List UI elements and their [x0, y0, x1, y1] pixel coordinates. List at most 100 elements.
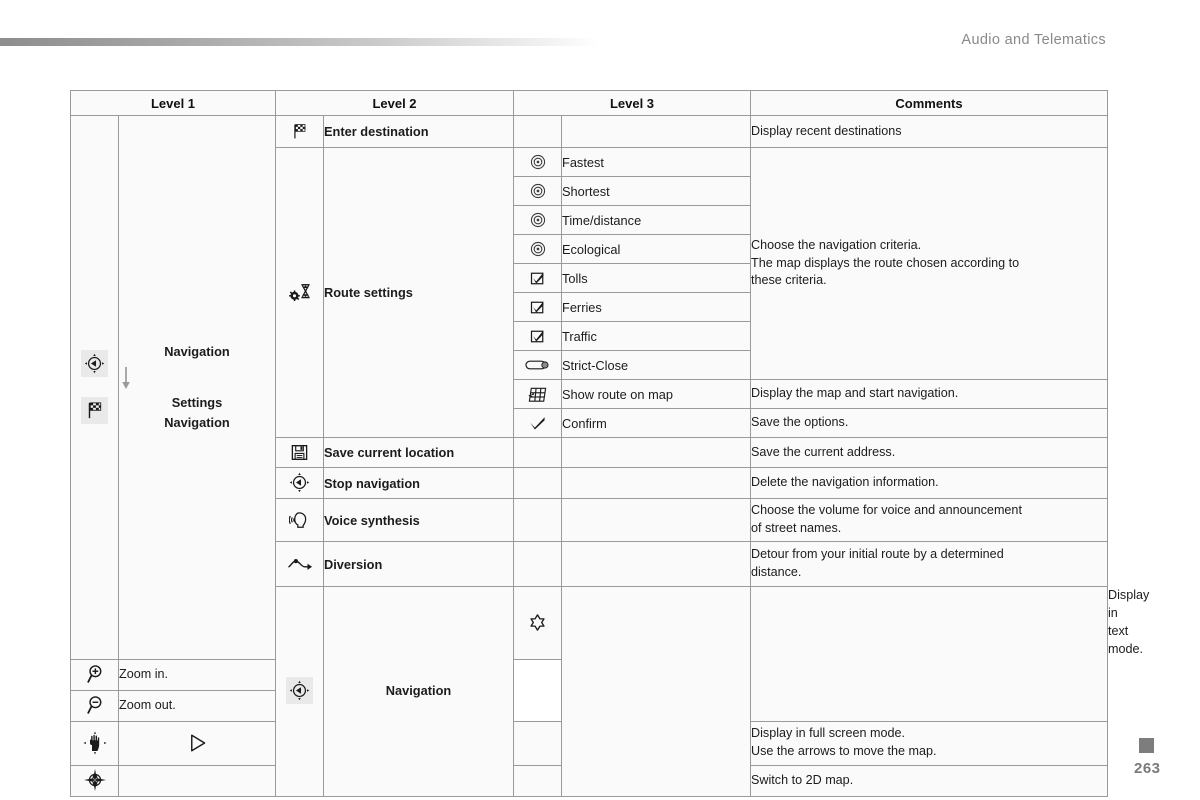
level3-label-ecological[interactable]: Ecological: [561, 234, 751, 264]
level3-icon-full-screen-play[interactable]: [118, 720, 276, 766]
level3-icon-empty: [513, 467, 562, 499]
compass-rose-icon[interactable]: [80, 766, 110, 794]
level2-icon-enter-destination[interactable]: [275, 115, 324, 148]
zoom-in-icon[interactable]: [80, 661, 110, 689]
checkbox-checked-icon[interactable]: [523, 264, 553, 292]
level2-icon-stop-navigation[interactable]: [275, 467, 324, 499]
level3-icon-fastest[interactable]: [513, 147, 562, 177]
page-header-title: Audio and Telematics: [961, 32, 1106, 48]
level1-label-top: Navigation: [164, 344, 230, 359]
level2-icon-voice-synthesis[interactable]: [275, 498, 324, 542]
comment-zoom-in: Zoom in.: [118, 658, 276, 691]
level1-label-cell-navigation: Navigation: [323, 586, 514, 797]
table-header: Level 1 Level 2 Level 3 Comments: [70, 90, 1108, 116]
radio-target-icon[interactable]: [523, 148, 553, 176]
column-header-level3: Level 3: [513, 90, 751, 116]
level3-icon-ecological[interactable]: [513, 234, 562, 264]
level2-icon-diversion[interactable]: [275, 541, 324, 587]
comment-line: of street names.: [751, 521, 842, 535]
comment-stop-navigation: Delete the navigation information.: [750, 467, 1108, 499]
table-row: Navigation Settings Navigation Enter des…: [70, 115, 1108, 660]
level3-icon-empty: [513, 498, 562, 542]
level2-icon-2d-map[interactable]: [70, 764, 119, 797]
level2-icon-route-settings[interactable]: [275, 147, 324, 438]
level3-icon-confirm[interactable]: [513, 408, 562, 438]
text-mode-icon[interactable]: [523, 609, 553, 637]
level3-label-empty: [513, 720, 562, 766]
level2-icon-save-current-location[interactable]: [275, 437, 324, 468]
level1-icon-stack: [71, 350, 118, 425]
level3-label-time-distance[interactable]: Time/distance: [561, 205, 751, 235]
level3-label-fastest[interactable]: Fastest: [561, 147, 751, 177]
comment-show-route-on-map: Display the map and start navigation.: [750, 379, 1108, 409]
checkmark-icon[interactable]: [523, 409, 553, 437]
level2-label-empty: [561, 586, 751, 797]
level3-label-empty: [513, 764, 562, 797]
comment-save-current-location: Save the current address.: [750, 437, 1108, 468]
level3-label-empty: [561, 115, 751, 148]
table-body: Navigation Settings Navigation Enter des…: [70, 115, 1149, 797]
toggle-switch-icon[interactable]: [523, 351, 553, 379]
level2-label-route-settings[interactable]: Route settings: [323, 147, 514, 438]
arrow-down-icon: [119, 365, 275, 391]
level3-label-show-route-on-map[interactable]: Show route on map: [561, 379, 751, 409]
level2-label-stop-navigation[interactable]: Stop navigation: [323, 467, 514, 499]
level2-label-diversion[interactable]: Diversion: [323, 541, 514, 587]
level3-label-traffic[interactable]: Traffic: [561, 321, 751, 351]
level3-icon-time-distance[interactable]: [513, 205, 562, 235]
column-header-level2: Level 2: [275, 90, 514, 116]
level1-label-bottom: Navigation: [164, 414, 230, 430]
comment-line: The map displays the route chosen accord…: [751, 255, 1020, 270]
level3-label-ferries[interactable]: Ferries: [561, 292, 751, 322]
checkbox-checked-icon[interactable]: [523, 293, 553, 321]
navigation-compass-icon[interactable]: [285, 469, 315, 497]
checkered-flag-icon[interactable]: [81, 397, 108, 425]
level3-icon-shortest[interactable]: [513, 176, 562, 206]
navigation-compass-icon[interactable]: [81, 350, 108, 378]
level2-label-enter-destination[interactable]: Enter destination: [323, 115, 514, 148]
comment-line: Choose the volume for voice and announce…: [751, 503, 1022, 518]
column-header-comments: Comments: [750, 90, 1108, 116]
radio-target-icon[interactable]: [523, 177, 553, 205]
comment-line: these criteria.: [751, 273, 827, 288]
level3-icon-show-route-on-map[interactable]: [513, 379, 562, 409]
level3-icon-tolls[interactable]: [513, 263, 562, 293]
hand-pan-icon[interactable]: [80, 729, 110, 757]
header-gradient-bar: [0, 38, 600, 46]
level3-icon-strict-close[interactable]: [513, 350, 562, 380]
comment-route-criteria: Choose the navigation criteria. The map …: [750, 147, 1108, 380]
level3-icon-empty: [118, 764, 276, 797]
level2-label-voice-synthesis[interactable]: Voice synthesis: [323, 498, 514, 542]
comment-line: Use the arrows to move the map.: [751, 744, 937, 758]
page-number: 263: [1134, 760, 1161, 777]
level3-icon-traffic[interactable]: [513, 321, 562, 351]
column-header-level1: Level 1: [70, 90, 276, 116]
map-grid-icon[interactable]: [523, 380, 553, 408]
navigation-menu-table: Level 1 Level 2 Level 3 Comments Navigat…: [70, 90, 1149, 797]
level2-icon-zoom-out[interactable]: [70, 689, 119, 722]
level3-icon-ferries[interactable]: [513, 292, 562, 322]
save-disk-icon[interactable]: [285, 439, 315, 467]
radio-target-icon[interactable]: [523, 206, 553, 234]
level2-icon-full-screen[interactable]: [70, 720, 119, 766]
level3-label-empty: [561, 498, 751, 542]
level3-label-confirm[interactable]: Confirm: [561, 408, 751, 438]
voice-head-icon[interactable]: [285, 506, 315, 534]
play-triangle-icon[interactable]: [182, 729, 212, 757]
level3-label-shortest[interactable]: Shortest: [561, 176, 751, 206]
level3-label-strict-close[interactable]: Strict-Close: [561, 350, 751, 380]
route-settings-icon[interactable]: [285, 279, 315, 307]
level3-label-empty: [561, 541, 751, 587]
checkbox-checked-icon[interactable]: [523, 322, 553, 350]
zoom-out-icon[interactable]: [80, 692, 110, 720]
level2-icon-zoom-in[interactable]: [70, 658, 119, 691]
level2-label-save-current-location[interactable]: Save current location: [323, 437, 514, 468]
radio-target-icon[interactable]: [523, 235, 553, 263]
level3-label-tolls[interactable]: Tolls: [561, 263, 751, 293]
level2-icon-text-mode[interactable]: [513, 586, 562, 660]
diversion-arrow-icon[interactable]: [285, 550, 315, 578]
navigation-compass-icon[interactable]: [286, 677, 313, 705]
level1-icon-cell-navigation-settings: [70, 115, 119, 660]
checkered-flag-icon[interactable]: [285, 118, 315, 146]
comment-diversion: Detour from your initial route by a dete…: [750, 541, 1108, 587]
